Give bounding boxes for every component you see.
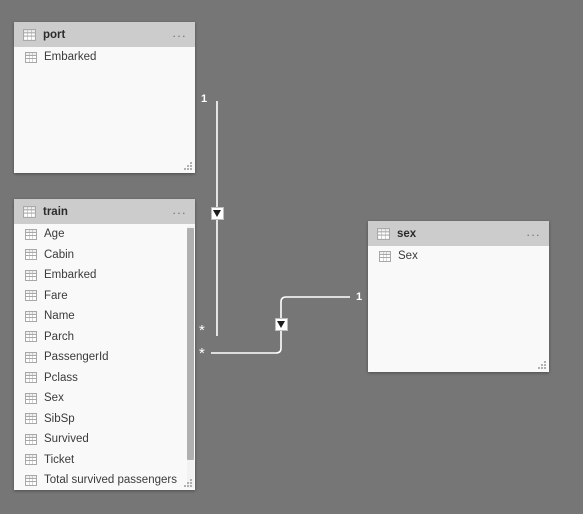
field-label: Total survived passengers	[44, 474, 177, 487]
field-row[interactable]: Fare	[14, 286, 195, 307]
field-grid-icon	[25, 290, 37, 302]
more-options-icon[interactable]: ...	[526, 226, 541, 240]
field-row[interactable]: Sex	[14, 388, 195, 409]
field-grid-icon	[25, 331, 37, 343]
cross-filter-direction-arrow-icon[interactable]	[275, 318, 288, 331]
table-title-sex: sex	[397, 227, 417, 240]
field-grid-icon	[25, 454, 37, 466]
cardinality-label-from-train-to-sex: *	[199, 345, 205, 362]
field-grid-icon	[25, 413, 37, 425]
fields-list-train[interactable]: Age Cabin Embarked Fare Name Parch PassengerId…	[14, 224, 195, 490]
field-row[interactable]: Survived	[14, 429, 195, 450]
table-grid-icon	[23, 205, 36, 218]
field-label: SibSp	[44, 412, 75, 425]
table-card-port[interactable]: port... Embarked	[14, 22, 195, 173]
field-label: Embarked	[44, 51, 97, 64]
field-label: Name	[44, 310, 75, 323]
cross-filter-direction-arrow-icon[interactable]	[211, 207, 224, 220]
field-grid-icon	[25, 228, 37, 240]
field-row[interactable]: Pclass	[14, 368, 195, 389]
cardinality-label-to-train-to-sex: 1	[356, 291, 363, 303]
field-label: Ticket	[44, 453, 75, 466]
table-grid-icon	[377, 227, 390, 240]
field-row[interactable]: Parch	[14, 327, 195, 348]
table-card-train[interactable]: train... Age Cabin Embarked Fare Name Parch Pas…	[14, 199, 195, 490]
field-grid-icon	[25, 392, 37, 404]
field-grid-icon	[25, 269, 37, 281]
field-row[interactable]: Sex	[368, 246, 549, 267]
field-label: Parch	[44, 330, 75, 343]
fields-list-port[interactable]: Embarked	[14, 47, 195, 173]
field-grid-icon	[25, 433, 37, 445]
cardinality-label-to-port-to-train: *	[199, 322, 205, 339]
more-options-icon[interactable]: ...	[172, 27, 187, 41]
field-label: Sex	[44, 392, 64, 405]
field-grid-icon	[25, 372, 37, 384]
fields-list-sex[interactable]: Sex	[368, 246, 549, 372]
field-row[interactable]: Total survived passengers	[14, 470, 195, 490]
field-row[interactable]: Cabin	[14, 245, 195, 266]
table-header-port[interactable]: port...	[14, 22, 195, 47]
field-row[interactable]: PassengerId	[14, 347, 195, 368]
table-header-train[interactable]: train...	[14, 199, 195, 224]
table-title-train: train	[43, 205, 68, 218]
field-label: Sex	[398, 250, 418, 263]
field-grid-icon	[379, 250, 391, 262]
field-label: Survived	[44, 433, 89, 446]
field-row[interactable]: Name	[14, 306, 195, 327]
table-title-port: port	[43, 28, 66, 41]
field-grid-icon	[25, 474, 37, 486]
field-grid-icon	[25, 249, 37, 261]
field-row[interactable]: SibSp	[14, 409, 195, 430]
field-label: Cabin	[44, 248, 75, 261]
field-row[interactable]: Age	[14, 224, 195, 245]
field-grid-icon	[25, 310, 37, 322]
table-card-sex[interactable]: sex... Sex	[368, 221, 549, 372]
scrollbar-thumb-train[interactable]	[187, 228, 194, 460]
field-row[interactable]: Ticket	[14, 450, 195, 471]
field-grid-icon	[25, 351, 37, 363]
field-row[interactable]: Embarked	[14, 47, 195, 68]
table-grid-icon	[23, 28, 36, 41]
field-label: Embarked	[44, 269, 97, 282]
field-label: Pclass	[44, 371, 78, 384]
more-options-icon[interactable]: ...	[172, 204, 187, 218]
field-label: PassengerId	[44, 351, 109, 364]
table-header-sex[interactable]: sex...	[368, 221, 549, 246]
model-relationship-canvas[interactable]: 1 * * 1 port... Embarked train... Age Cabin Emba…	[0, 0, 583, 514]
field-grid-icon	[25, 51, 37, 63]
field-row[interactable]: Embarked	[14, 265, 195, 286]
cardinality-label-from-port-to-train: 1	[201, 93, 208, 105]
field-label: Fare	[44, 289, 68, 302]
field-label: Age	[44, 228, 65, 241]
